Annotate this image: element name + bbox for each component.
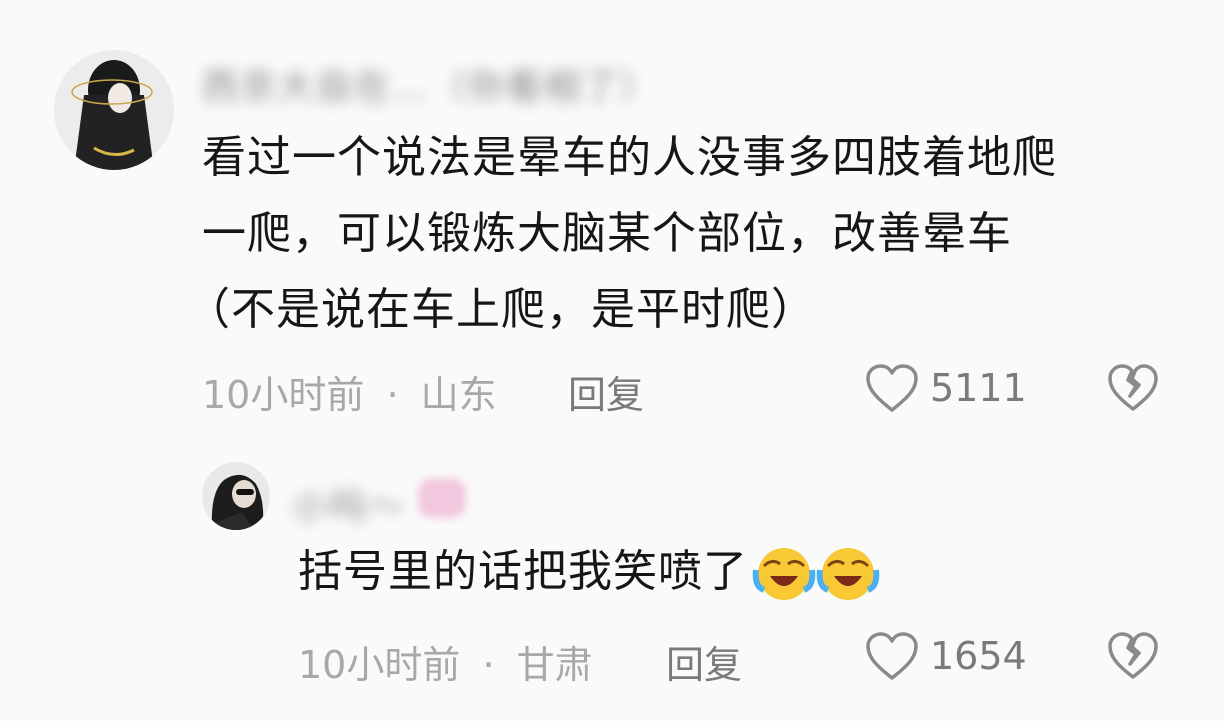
separator-dot: · bbox=[482, 643, 495, 687]
reply-button[interactable]: 回复 bbox=[568, 364, 644, 419]
comment-meta: 10小时前 · 山东 bbox=[202, 364, 497, 419]
comment-text: 看过一个说法是晕车的人没事多四肢着地爬 一爬，可以锻炼大脑某个部位，改善晕车 （… bbox=[186, 120, 1182, 348]
broken-heart-icon bbox=[1108, 632, 1158, 679]
broken-heart-icon bbox=[1108, 364, 1158, 411]
comment-meta: 10小时前 · 甘肃 bbox=[298, 634, 593, 689]
reply-button[interactable]: 回复 bbox=[666, 634, 742, 689]
comment-line: 一爬，可以锻炼大脑某个部位，改善晕车 bbox=[202, 208, 1012, 259]
comment-line: 看过一个说法是晕车的人没事多四肢着地爬 bbox=[202, 132, 1057, 183]
username[interactable]: 西京大自在…（你看相了） bbox=[202, 58, 658, 110]
laughing-crying-emoji-icon bbox=[752, 548, 816, 600]
timestamp: 10小时前 bbox=[298, 643, 461, 687]
comment-line: 括号里的话把我笑喷了 bbox=[298, 546, 748, 597]
like-count: 1654 bbox=[930, 634, 1027, 678]
like-button[interactable] bbox=[864, 630, 920, 686]
heart-icon bbox=[866, 364, 918, 412]
like-count: 5111 bbox=[930, 366, 1027, 410]
avatar[interactable] bbox=[202, 462, 270, 530]
laughing-crying-emoji-icon bbox=[816, 548, 880, 600]
location: 山东 bbox=[420, 373, 497, 417]
comment-text: 括号里的话把我笑喷了 bbox=[298, 534, 880, 610]
dislike-button[interactable] bbox=[1106, 630, 1160, 686]
location: 甘肃 bbox=[516, 643, 593, 687]
comment-line: （不是说在车上爬，是平时爬） bbox=[186, 284, 816, 335]
like-button[interactable] bbox=[864, 362, 920, 418]
pink-badge-icon bbox=[418, 478, 466, 518]
heart-icon bbox=[866, 632, 918, 680]
separator-dot: · bbox=[386, 373, 399, 417]
dislike-button[interactable] bbox=[1106, 362, 1160, 418]
username[interactable]: 小吗～ bbox=[292, 478, 406, 530]
avatar[interactable] bbox=[54, 50, 174, 170]
timestamp: 10小时前 bbox=[202, 373, 365, 417]
